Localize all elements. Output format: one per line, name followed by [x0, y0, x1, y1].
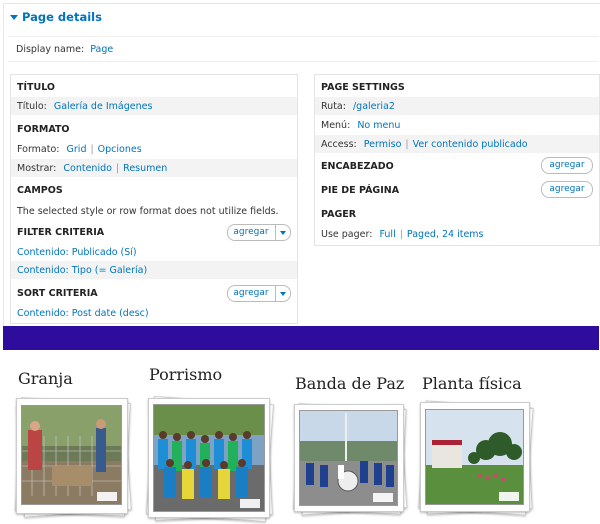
display-name-label: Display name: [16, 44, 85, 55]
cheerleaders-photo-icon [153, 404, 265, 512]
photo-stack[interactable] [293, 403, 408, 516]
menu-link[interactable]: No menu [357, 120, 400, 131]
mostrar-resumen-link[interactable]: Resumen [123, 163, 167, 174]
gallery-caption: Granja [18, 369, 73, 388]
campos-note: The selected style or row format does no… [17, 206, 279, 217]
titulo-label: Título: [17, 101, 47, 112]
menu-label: Menú: [321, 120, 351, 131]
gallery-caption: Planta física [422, 374, 522, 393]
titulo-link[interactable]: Galería de Imágenes [54, 101, 153, 112]
display-name-link[interactable]: Page [90, 44, 113, 55]
access-permiso-link[interactable]: Permiso [364, 139, 402, 150]
access-option-link[interactable]: Ver contenido publicado [413, 139, 528, 150]
ruta-row: Ruta: /galeria2 [315, 97, 599, 115]
pager-option-link[interactable]: Paged, 24 items [407, 229, 484, 240]
pager-label: Use pager: [321, 229, 373, 240]
formato-opciones-link[interactable]: Opciones [98, 144, 142, 155]
encabezado-add-button[interactable]: agregar [541, 157, 593, 174]
pager-header: PAGER [321, 209, 357, 220]
formato-header: FORMATO [17, 124, 70, 135]
mostrar-row: Mostrar: Contenido | Resumen [11, 159, 297, 177]
formato-grid-link[interactable]: Grid [67, 144, 87, 155]
filter-add-label: agregar [233, 227, 269, 237]
gallery-item[interactable]: Porrismo [140, 350, 280, 524]
menu-row: Menú: No menu [315, 116, 599, 134]
pager-full-link[interactable]: Full [379, 229, 395, 240]
right-column: PAGE SETTINGS Ruta: /galeria2 Menú: No m… [314, 74, 600, 246]
photo-stack[interactable] [146, 395, 274, 523]
sort-add-button[interactable]: agregar [227, 285, 291, 302]
ruta-label: Ruta: [321, 101, 346, 112]
pie-add-button[interactable]: agregar [541, 181, 593, 198]
formato-row: Formato: Grid | Opciones [17, 144, 142, 155]
gallery-preview: Granja Porrismo Banda de Paz Planta físi… [0, 350, 600, 524]
filter-item-row: Contenido: Publicado (Sí) [11, 243, 297, 261]
mostrar-label: Mostrar: [17, 163, 57, 174]
campos-header: CAMPOS [17, 185, 63, 196]
filter-item-row: Contenido: Tipo (= Galería) [11, 261, 297, 279]
filter-item-link[interactable]: Contenido: Tipo (= Galería) [17, 265, 147, 276]
chevron-down-icon[interactable] [275, 286, 290, 301]
sort-header: SORT CRITERIA [17, 288, 98, 299]
page-details-toggle[interactable]: Page details [10, 10, 102, 24]
titulo-header: TÍTULO [17, 82, 55, 93]
chevron-down-icon[interactable] [275, 225, 290, 240]
gallery-caption: Banda de Paz [295, 374, 405, 393]
titulo-row: Título: Galería de Imágenes [11, 97, 297, 115]
gallery-item[interactable]: Planta física [410, 350, 550, 524]
campus-photo-icon [425, 409, 524, 505]
photo-stack[interactable] [15, 397, 132, 518]
filter-item-link[interactable]: Contenido: Publicado (Sí) [17, 247, 137, 258]
pager-row: Use pager: Full | Paged, 24 items [321, 229, 484, 240]
campos-row: The selected style or row format does no… [11, 202, 297, 220]
pie-header: PIE DE PÁGINA [321, 185, 400, 196]
left-column: TÍTULO Título: Galería de Imágenes FORMA… [10, 74, 298, 324]
photo-stack[interactable] [418, 400, 534, 516]
gallery-caption: Porrismo [149, 365, 223, 384]
page-details-title: Page details [22, 10, 102, 24]
access-label: Access: [321, 139, 357, 150]
page-settings-header: PAGE SETTINGS [321, 82, 405, 93]
encabezado-header: ENCABEZADO [321, 161, 394, 172]
filter-header: FILTER CRITERIA [17, 227, 105, 238]
ruta-link[interactable]: /galeria2 [353, 101, 395, 112]
gallery-item[interactable]: Banda de Paz [280, 350, 410, 524]
filter-add-button[interactable]: agregar [227, 224, 291, 241]
sort-add-label: agregar [233, 288, 269, 298]
gallery-item[interactable]: Granja [0, 350, 140, 524]
farm-photo-icon [21, 405, 122, 505]
display-name-row: Display name: Page [8, 36, 598, 62]
caret-down-icon [10, 15, 18, 20]
formato-label: Formato: [17, 144, 60, 155]
access-row: Access: Permiso | Ver contenido publicado [315, 135, 599, 153]
mostrar-contenido-link[interactable]: Contenido [63, 163, 112, 174]
views-admin-panel: Page details Display name: Page TÍTULO T… [0, 0, 600, 326]
sort-item-link[interactable]: Contenido: Post date (desc) [17, 308, 149, 319]
sort-item-row: Contenido: Post date (desc) [11, 304, 297, 322]
marching-band-photo-icon [299, 410, 398, 506]
preview-header-band [3, 326, 599, 350]
